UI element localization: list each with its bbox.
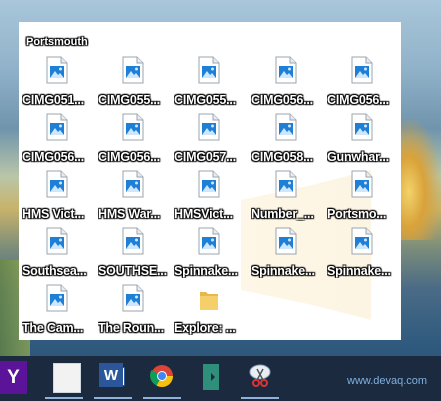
image-file-icon <box>198 113 220 141</box>
file-label: CIMG056... <box>327 93 389 107</box>
file-label: CIMG055... <box>98 93 160 107</box>
image-file-icon <box>122 56 144 84</box>
running-indicator <box>143 397 181 399</box>
snipping-tool-icon <box>249 364 271 387</box>
file-item[interactable]: Spinnake... <box>325 227 401 289</box>
image-file-icon <box>351 113 373 141</box>
file-label: CIMG058... <box>251 150 313 164</box>
taskbar-word[interactable]: W <box>92 356 134 401</box>
file-label: CIMG057... <box>174 150 236 164</box>
image-file-icon <box>46 170 68 198</box>
taskbar-chrome[interactable] <box>141 356 183 401</box>
image-file-icon <box>198 56 220 84</box>
file-item[interactable]: CIMG055... <box>172 56 248 118</box>
watermark: www.devaq.com <box>347 375 428 387</box>
file-label: SOUTHSE... <box>98 264 167 278</box>
file-item[interactable]: CIMG058... <box>249 113 325 175</box>
file-item[interactable]: HMS War... <box>96 170 172 232</box>
image-file-icon <box>275 170 297 198</box>
file-item[interactable]: CIMG056... <box>96 113 172 175</box>
file-label: Explore: ... <box>174 321 236 335</box>
file-label: The Roun... <box>98 321 164 335</box>
file-label: HMS Vict... <box>22 207 85 221</box>
file-item[interactable]: HMSVict... <box>172 170 248 232</box>
image-file-icon <box>198 170 220 198</box>
file-item[interactable]: CIMG056... <box>20 113 96 175</box>
file-label: HMSVict... <box>174 207 233 221</box>
file-label: CIMG056... <box>98 150 160 164</box>
file-item[interactable]: Explore: ... <box>172 284 248 346</box>
folder-window[interactable]: Portsmouth CIMG051... CIMG055... CIMG055..… <box>19 22 401 340</box>
file-item[interactable]: CIMG057... <box>172 113 248 175</box>
file-item[interactable]: CIMG056... <box>249 56 325 118</box>
blank-app-icon <box>53 363 81 393</box>
file-item[interactable]: Spinnake... <box>172 227 248 289</box>
file-item[interactable]: Gunwhar... <box>325 113 401 175</box>
image-file-icon <box>275 227 297 255</box>
image-file-icon <box>46 284 68 312</box>
file-item[interactable]: SOUTHSE... <box>96 227 172 289</box>
image-file-icon <box>275 56 297 84</box>
taskbar-blank-app[interactable] <box>43 356 85 401</box>
file-label: HMS War... <box>98 207 161 221</box>
file-item[interactable]: CIMG056... <box>325 56 401 118</box>
bookmark-app-icon <box>203 364 219 390</box>
image-file-icon <box>122 113 144 141</box>
image-file-icon <box>122 284 144 312</box>
image-file-icon <box>351 227 373 255</box>
image-file-icon <box>122 227 144 255</box>
file-label: Number_... <box>251 207 314 221</box>
image-file-icon <box>46 113 68 141</box>
file-label: The Cam... <box>22 321 84 335</box>
running-indicator <box>45 397 83 399</box>
file-item[interactable]: CIMG055... <box>96 56 172 118</box>
folder-icon <box>198 284 220 312</box>
file-item[interactable]: Southsea... <box>20 227 96 289</box>
file-label: Spinnake... <box>327 264 391 278</box>
file-item[interactable]: Portsmo... <box>325 170 401 232</box>
file-item[interactable]: The Cam... <box>20 284 96 346</box>
file-label: CIMG056... <box>22 150 84 164</box>
file-item[interactable]: Spinnake... <box>249 227 325 289</box>
image-file-icon <box>46 227 68 255</box>
image-file-icon <box>46 56 68 84</box>
file-label: Gunwhar... <box>327 150 389 164</box>
file-label: Portsmo... <box>327 207 387 221</box>
running-indicator <box>241 397 279 399</box>
folder-title: Portsmouth <box>26 36 88 48</box>
taskbar-snipping-tool[interactable] <box>239 356 281 401</box>
word-icon: W <box>99 363 123 387</box>
image-file-icon <box>275 113 297 141</box>
yahoo-icon: Y <box>0 361 27 394</box>
image-file-icon <box>122 170 144 198</box>
file-label: CIMG056... <box>251 93 313 107</box>
file-item[interactable]: CIMG051... <box>20 56 96 118</box>
file-item[interactable]: Number_... <box>249 170 325 232</box>
file-label: Spinnake... <box>174 264 238 278</box>
image-file-icon <box>198 227 220 255</box>
image-file-icon <box>351 170 373 198</box>
file-item[interactable]: HMS Vict... <box>20 170 96 232</box>
taskbar-bookmark-app[interactable] <box>190 356 232 401</box>
file-label: Spinnake... <box>251 264 315 278</box>
file-label: CIMG055... <box>174 93 236 107</box>
running-indicator <box>94 397 132 399</box>
file-label: CIMG051... <box>22 93 84 107</box>
file-label: Southsea... <box>22 264 87 278</box>
wallpaper-sun <box>395 120 441 240</box>
image-file-icon <box>351 56 373 84</box>
taskbar-yahoo[interactable]: Y <box>0 356 28 401</box>
file-item[interactable]: The Roun... <box>96 284 172 346</box>
chrome-icon <box>150 365 173 387</box>
